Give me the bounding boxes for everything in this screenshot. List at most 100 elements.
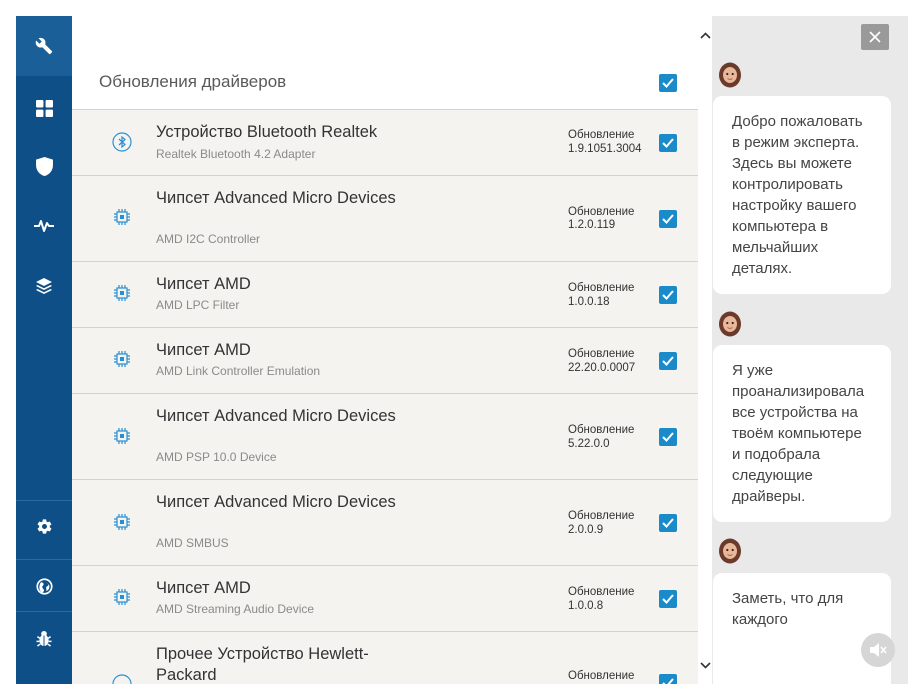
chip-icon xyxy=(112,349,132,369)
driver-update-label: Обновление xyxy=(568,348,635,360)
driver-update-label: Обновление xyxy=(568,206,635,218)
driver-name: Устройство Bluetooth Realtek xyxy=(156,123,378,141)
shield-icon xyxy=(35,156,53,176)
assistant-message: Заметь, что для каждого xyxy=(713,573,891,684)
driver-update-label: Обновление xyxy=(568,282,635,294)
checkmark-icon xyxy=(662,356,674,366)
driver-row[interactable]: Чипсет Advanced Micro Devices AMD SMBUS … xyxy=(72,479,698,565)
driver-updater-window: Обновления драйверов Устройство Bluetoot… xyxy=(16,16,908,684)
driver-checkbox[interactable] xyxy=(659,134,677,152)
driver-version: 22.20.0.0007 xyxy=(568,362,636,374)
driver-list: Устройство Bluetooth Realtek Realtek Blu… xyxy=(72,109,698,684)
assistant-avatar xyxy=(719,538,741,564)
checkmark-icon xyxy=(662,594,674,604)
sidebar-item-settings[interactable] xyxy=(16,496,72,556)
driver-name: Прочее Устройство Hewlett-Packard xyxy=(156,645,369,684)
grid-icon xyxy=(35,99,53,117)
driver-row[interactable]: Чипсет Advanced Micro Devices AMD I2C Co… xyxy=(72,175,698,261)
sidebar-item-layers[interactable] xyxy=(16,256,72,316)
sidebar-item-tools[interactable] xyxy=(16,16,72,76)
wrench-icon xyxy=(35,37,53,55)
driver-version: 5.22.0.0 xyxy=(568,438,610,450)
driver-checkbox[interactable] xyxy=(659,590,677,608)
speaker-mute-icon xyxy=(870,643,887,657)
assistant-avatar xyxy=(719,62,741,88)
driver-update-label: Обновление xyxy=(568,129,635,141)
globe-icon xyxy=(35,577,53,595)
driver-row[interactable]: Чипсет AMD AMD LPC Filter Обновление 1.0… xyxy=(72,261,698,327)
driver-name: Чипсет AMD xyxy=(156,341,251,359)
driver-checkbox[interactable] xyxy=(659,210,677,228)
assistant-avatar xyxy=(719,311,741,337)
driver-version: 1.9.1051.3004 xyxy=(568,143,642,155)
sidebar xyxy=(16,16,72,684)
assistant-message: Добро пожаловать в режим эксперта. Здесь… xyxy=(713,96,891,294)
assistant-message: Я уже проанализировала все устройства на… xyxy=(713,345,891,522)
driver-version: 1.0.0.18 xyxy=(568,296,610,308)
list-scrollbar[interactable] xyxy=(698,16,712,684)
sidebar-item-bug-report[interactable] xyxy=(16,608,72,668)
gear-icon xyxy=(37,518,51,534)
close-button[interactable] xyxy=(861,24,889,50)
driver-update-label: Обновление xyxy=(568,586,635,598)
driver-update-label: Обновление xyxy=(568,424,635,436)
driver-row[interactable]: Чипсет AMD AMD Streaming Audio Device Об… xyxy=(72,565,698,631)
chip-icon xyxy=(112,512,132,532)
scroll-down-button[interactable] xyxy=(698,658,712,672)
driver-device: AMD I2C Controller xyxy=(156,232,261,246)
assistant-panel: Добро пожаловать в режим эксперта. Здесь… xyxy=(712,16,908,684)
section-title: Обновления драйверов xyxy=(99,72,287,91)
chevron-down-icon xyxy=(699,661,711,669)
chip-icon xyxy=(112,426,132,446)
driver-row[interactable]: Устройство Bluetooth Realtek Realtek Blu… xyxy=(72,109,698,175)
driver-version: 1.0.0.8 xyxy=(568,600,604,612)
checkmark-icon xyxy=(662,432,674,442)
bluetooth-icon xyxy=(112,132,132,152)
chip-icon xyxy=(112,587,132,607)
checkmark-icon xyxy=(662,138,674,148)
driver-version: 1.2.0.119 xyxy=(568,219,616,231)
checkmark-icon xyxy=(662,78,674,88)
driver-name: Чипсет Advanced Micro Devices xyxy=(156,407,396,425)
checkmark-icon xyxy=(662,214,674,224)
driver-name: Чипсет AMD xyxy=(156,275,251,293)
select-all-checkbox[interactable] xyxy=(659,74,677,92)
close-icon xyxy=(869,31,881,43)
driver-name: Чипсет Advanced Micro Devices xyxy=(156,189,396,207)
sidebar-item-language[interactable] xyxy=(16,556,72,616)
driver-row[interactable]: Чипсет AMD AMD Link Controller Emulation… xyxy=(72,327,698,393)
driver-list-panel: Обновления драйверов Устройство Bluetoot… xyxy=(72,16,698,684)
driver-device: AMD Streaming Audio Device xyxy=(156,602,315,616)
chip-icon xyxy=(112,207,132,227)
scroll-up-button[interactable] xyxy=(698,28,712,42)
driver-row[interactable]: Чипсет Advanced Micro Devices AMD PSP 10… xyxy=(72,393,698,479)
pulse-icon xyxy=(34,220,54,232)
driver-name: Чипсет AMD xyxy=(156,579,251,597)
driver-device: AMD PSP 10.0 Device xyxy=(156,450,277,464)
driver-device: AMD Link Controller Emulation xyxy=(156,364,321,378)
driver-row[interactable]: Прочее Устройство Hewlett-Packard Обновл… xyxy=(72,631,698,684)
driver-checkbox[interactable] xyxy=(659,514,677,532)
sidebar-item-dashboard[interactable] xyxy=(16,78,72,138)
driver-name: Чипсет Advanced Micro Devices xyxy=(156,493,396,511)
checkmark-icon xyxy=(662,678,674,684)
checkmark-icon xyxy=(662,518,674,528)
mute-button[interactable] xyxy=(861,633,895,667)
driver-device: AMD LPC Filter xyxy=(156,298,240,312)
driver-device: Realtek Bluetooth 4.2 Adapter xyxy=(156,147,316,161)
device-icon xyxy=(112,674,132,684)
sidebar-item-monitor[interactable] xyxy=(16,196,72,256)
driver-checkbox[interactable] xyxy=(659,286,677,304)
driver-checkbox[interactable] xyxy=(659,352,677,370)
driver-update-label: Обновление xyxy=(568,510,635,522)
chevron-up-icon xyxy=(699,31,711,39)
driver-checkbox[interactable] xyxy=(659,674,677,684)
chip-icon xyxy=(112,283,132,303)
sidebar-item-protection[interactable] xyxy=(16,136,72,196)
driver-update-label: Обновление xyxy=(568,670,635,682)
driver-checkbox[interactable] xyxy=(659,428,677,446)
driver-device: AMD SMBUS xyxy=(156,536,229,550)
bug-icon xyxy=(36,630,52,647)
checkmark-icon xyxy=(662,290,674,300)
driver-version: 2.0.0.9 xyxy=(568,524,604,536)
